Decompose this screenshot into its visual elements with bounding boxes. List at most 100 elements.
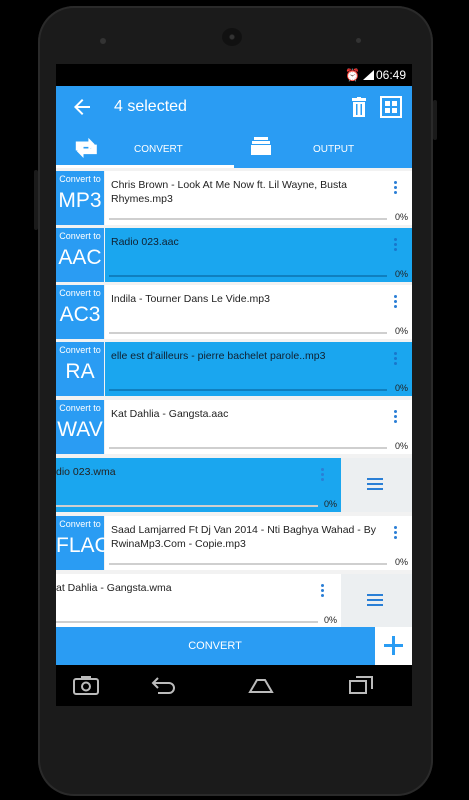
convert-to-caption: Convert to <box>59 519 101 529</box>
tab-output-label: OUTPUT <box>313 144 355 155</box>
file-name: Kat Dahlia - Gangsta.aac <box>111 408 229 420</box>
tab-convert-label: CONVERT <box>134 144 183 155</box>
file-name: Radio 023.aac <box>111 236 179 248</box>
kebab-menu-icon[interactable] <box>321 584 325 598</box>
file-card-swiped[interactable]: at Dahlia - Gangsta.wma 0% <box>56 574 341 628</box>
list-item[interactable]: Convert to RA elle est d'ailleurs - pier… <box>56 342 412 396</box>
convert-swap-icon <box>75 137 97 158</box>
progress-percent: 0% <box>394 383 408 393</box>
file-card[interactable]: Chris Brown - Look At Me Now ft. Lil Way… <box>105 171 412 225</box>
progress-percent: 0% <box>323 499 337 509</box>
front-camera <box>100 38 106 44</box>
progress-percent: 0% <box>323 615 337 625</box>
kebab-menu-icon[interactable] <box>394 410 398 424</box>
list-item[interactable]: Convert to AAC Radio 023.aac 0% <box>56 228 412 282</box>
target-format: MP3 <box>58 189 102 212</box>
drag-handle-icon[interactable] <box>367 594 383 606</box>
file-card[interactable]: Indila - Tourner Dans Le Vide.mp3 0% <box>105 285 412 339</box>
list-item[interactable]: at Dahlia - Gangsta.wma 0% <box>56 574 412 628</box>
target-format: FLAC <box>56 534 110 557</box>
progress-percent: 0% <box>394 326 408 336</box>
progress-percent: 0% <box>394 269 408 279</box>
home-icon[interactable] <box>248 675 274 695</box>
format-badge[interactable]: Convert to AAC <box>56 228 104 282</box>
format-badge[interactable]: Convert to MP3 <box>56 171 104 225</box>
drag-handle-icon[interactable] <box>367 478 383 490</box>
file-card[interactable]: Kat Dahlia - Gangsta.aac 0% <box>105 400 412 454</box>
convert-to-caption: Convert to <box>59 174 101 184</box>
back-icon[interactable] <box>150 675 176 695</box>
folder-stack-icon <box>251 137 271 155</box>
tab-convert[interactable]: CONVERT <box>56 130 234 168</box>
screenshot-icon[interactable] <box>73 675 99 695</box>
target-format: RA <box>65 360 95 383</box>
screen: ⏰ 06:49 4 selected CONVERT OUTPUT Conver… <box>56 64 412 706</box>
convert-to-caption: Convert to <box>59 345 101 355</box>
plus-icon[interactable] <box>375 627 412 665</box>
progress-bar <box>56 621 318 623</box>
file-name: elle est d'ailleurs - pierre bachelet pa… <box>111 350 326 362</box>
format-badge[interactable]: Convert to RA <box>56 342 104 396</box>
format-badge[interactable]: Convert to WAV <box>56 400 104 454</box>
progress-bar <box>109 332 387 334</box>
earpiece-speaker <box>222 28 242 46</box>
target-format: AAC <box>58 246 102 269</box>
active-tab-indicator <box>56 165 234 168</box>
progress-bar <box>109 275 387 277</box>
kebab-menu-icon[interactable] <box>321 468 325 482</box>
status-time: 06:49 <box>375 68 406 82</box>
format-badge[interactable]: Convert to FLAC <box>56 516 110 570</box>
list-item[interactable]: Convert to WAV Kat Dahlia - Gangsta.aac … <box>56 400 412 454</box>
list-item[interactable]: Convert to FLAC Saad Lamjarred Ft Dj Van… <box>56 516 412 570</box>
status-bar: ⏰ 06:49 <box>56 64 412 86</box>
signal-icon <box>363 70 374 80</box>
system-nav-bar <box>56 665 412 706</box>
convert-to-caption: Convert to <box>59 403 101 413</box>
alarm-icon: ⏰ <box>345 68 360 82</box>
progress-percent: 0% <box>394 441 408 451</box>
swipe-action-area[interactable] <box>341 458 412 512</box>
target-format: WAV <box>57 418 103 441</box>
selection-count-title: 4 selected <box>114 98 187 115</box>
target-format: AC3 <box>59 303 101 326</box>
convert-to-caption: Convert to <box>59 288 101 298</box>
progress-bar <box>109 447 387 449</box>
file-card[interactable]: elle est d'ailleurs - pierre bachelet pa… <box>105 342 412 396</box>
file-name: dio 023.wma <box>56 466 116 478</box>
kebab-menu-icon[interactable] <box>394 181 398 195</box>
file-name: Saad Lamjarred Ft Dj Van 2014 - Nti Bagh… <box>111 524 376 550</box>
file-name: Indila - Tourner Dans Le Vide.mp3 <box>111 293 270 305</box>
progress-bar <box>56 505 318 507</box>
volume-button <box>34 170 38 230</box>
format-badge[interactable]: Convert to AC3 <box>56 285 104 339</box>
file-name: Chris Brown - Look At Me Now ft. Lil Way… <box>111 179 347 205</box>
power-button <box>433 100 437 140</box>
back-arrow-icon[interactable] <box>70 95 94 119</box>
convert-to-caption: Convert to <box>59 231 101 241</box>
convert-button[interactable]: CONVERT <box>56 627 374 665</box>
kebab-menu-icon[interactable] <box>394 295 398 309</box>
file-name: at Dahlia - Gangsta.wma <box>56 582 172 594</box>
tab-bar: CONVERT OUTPUT <box>56 130 412 168</box>
select-all-icon[interactable] <box>380 96 402 118</box>
proximity-sensor <box>356 38 361 43</box>
progress-percent: 0% <box>394 557 408 567</box>
list-item[interactable]: Convert to MP3 Chris Brown - Look At Me … <box>56 171 412 225</box>
kebab-menu-icon[interactable] <box>394 238 398 252</box>
progress-bar <box>109 389 387 391</box>
list-item[interactable]: Convert to AC3 Indila - Tourner Dans Le … <box>56 285 412 339</box>
list-item[interactable]: dio 023.wma 0% <box>56 458 412 512</box>
file-card[interactable]: Saad Lamjarred Ft Dj Van 2014 - Nti Bagh… <box>105 516 412 570</box>
recents-icon[interactable] <box>348 675 374 695</box>
tab-output[interactable]: OUTPUT <box>234 130 412 168</box>
kebab-menu-icon[interactable] <box>394 526 398 540</box>
progress-bar <box>109 218 387 220</box>
trash-icon[interactable] <box>350 97 368 117</box>
file-card-swiped[interactable]: dio 023.wma 0% <box>56 458 341 512</box>
progress-bar <box>109 563 387 565</box>
kebab-menu-icon[interactable] <box>394 352 398 366</box>
swipe-action-area[interactable] <box>341 574 412 628</box>
progress-percent: 0% <box>394 212 408 222</box>
app-bar: 4 selected <box>56 86 412 130</box>
file-card[interactable]: Radio 023.aac 0% <box>105 228 412 282</box>
